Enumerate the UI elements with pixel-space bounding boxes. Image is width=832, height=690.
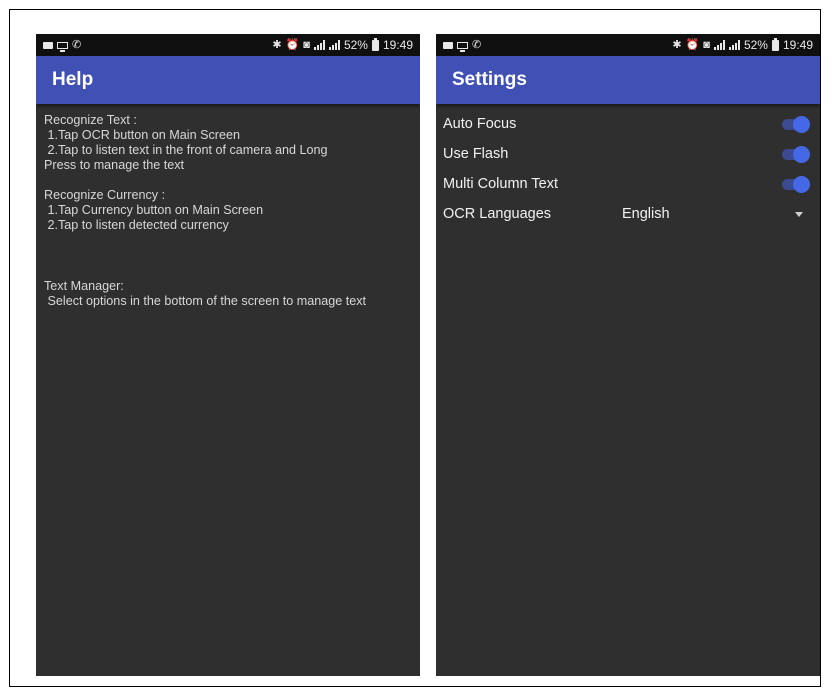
section-heading: Text Manager: — [44, 279, 124, 293]
battery-icon — [771, 37, 779, 51]
text-manager-section: Text Manager: Select options in the bott… — [44, 279, 420, 309]
help-line: 1.Tap Currency button on Main Screen — [44, 203, 264, 217]
alarm-icon: ⏰ — [685, 38, 700, 51]
setting-ocr-languages: OCR Languages English — [436, 199, 820, 229]
notification-icon: ✆ — [472, 38, 482, 51]
status-bar: ✆ ✱ ⏰ ◙ 52% 19:49 — [36, 34, 420, 56]
app-bar: Help — [36, 56, 420, 104]
setting-label: OCR Languages — [443, 206, 552, 222]
setting-label: Use Flash — [443, 146, 509, 162]
screen-icon — [457, 41, 468, 52]
screen-icon — [57, 41, 68, 52]
setting-use-flash[interactable]: Use Flash — [436, 139, 820, 169]
setting-multi-column-text[interactable]: Multi Column Text — [436, 169, 820, 199]
section-heading: Recognize Currency : — [44, 188, 166, 202]
alarm-icon: ⏰ — [285, 38, 300, 51]
dropdown-arrow-icon[interactable] — [795, 212, 803, 217]
help-line: Press to manage the text — [44, 158, 185, 172]
ocr-language-select[interactable]: English — [622, 206, 670, 222]
settings-list: Auto Focus Use Flash Multi Column Text O… — [436, 104, 820, 229]
folder-icon — [443, 41, 453, 49]
battery-percent: 52% — [743, 38, 768, 52]
folder-icon — [43, 41, 53, 49]
use-flash-toggle[interactable] — [782, 146, 810, 163]
help-line: 2.Tap to listen text in the front of cam… — [44, 143, 328, 157]
battery-percent: 52% — [343, 38, 368, 52]
help-content: Recognize Text : 1.Tap OCR button on Mai… — [36, 104, 420, 309]
settings-screen: ✆ ✱ ⏰ ◙ 52% 19:49 Settings Auto Focus Us… — [436, 34, 820, 676]
signal-4g-icon — [328, 40, 340, 50]
multi-column-text-toggle[interactable] — [782, 176, 810, 193]
status-bar: ✆ ✱ ⏰ ◙ 52% 19:49 — [436, 34, 820, 56]
setting-label: Multi Column Text — [443, 176, 558, 192]
setting-label: Auto Focus — [443, 116, 517, 132]
nfc-icon: ◙ — [303, 38, 310, 51]
clock: 19:49 — [382, 38, 413, 52]
help-line: Select options in the bottom of the scre… — [44, 294, 367, 308]
setting-auto-focus[interactable]: Auto Focus — [436, 109, 820, 139]
page-title: Help — [52, 69, 94, 90]
help-line: 2.Tap to listen detected currency — [44, 218, 229, 232]
page-title: Settings — [452, 69, 527, 90]
section-heading: Recognize Text : — [44, 113, 137, 127]
notification-icon: ✆ — [72, 38, 82, 51]
signal-icon — [713, 40, 725, 50]
signal-icon — [313, 40, 325, 50]
help-screen: ✆ ✱ ⏰ ◙ 52% 19:49 Help Recognize Text : … — [36, 34, 420, 676]
nfc-icon: ◙ — [703, 38, 710, 51]
recognize-currency-section: Recognize Currency : 1.Tap Currency butt… — [44, 188, 420, 233]
bluetooth-icon: ✱ — [672, 38, 682, 51]
help-line: 1.Tap OCR button on Main Screen — [44, 128, 241, 142]
battery-icon — [371, 37, 379, 51]
app-bar: Settings — [436, 56, 820, 104]
clock: 19:49 — [782, 38, 813, 52]
bluetooth-icon: ✱ — [272, 38, 282, 51]
auto-focus-toggle[interactable] — [782, 116, 810, 133]
recognize-text-section: Recognize Text : 1.Tap OCR button on Mai… — [44, 113, 420, 173]
signal-4g-icon — [728, 40, 740, 50]
